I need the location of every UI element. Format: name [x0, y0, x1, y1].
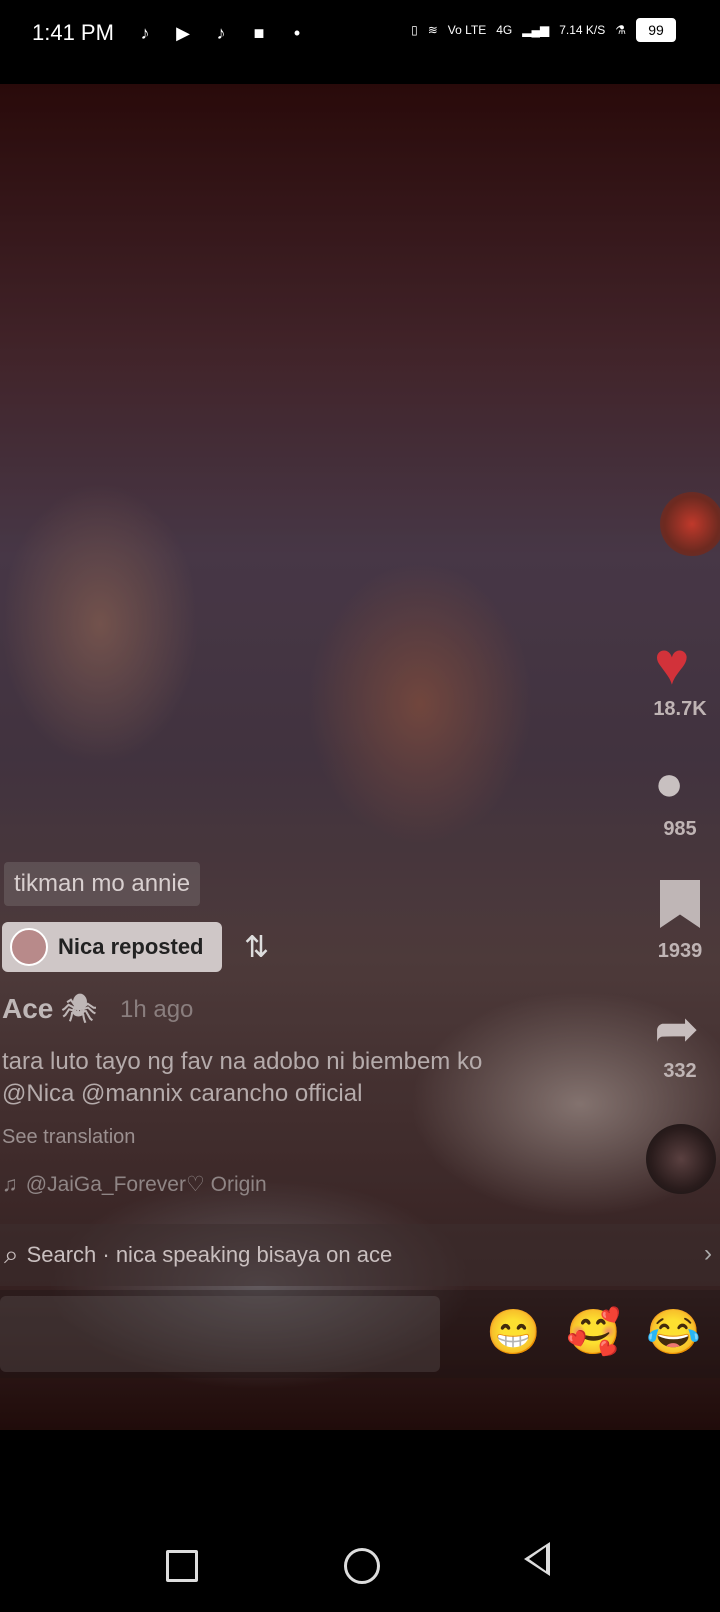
search-bar[interactable]: ⌕ Search · nica speaking bisaya on ace ›	[0, 1224, 720, 1286]
video-caption: tikman mo annie	[4, 862, 201, 906]
repost-badge[interactable]: Nica reposted	[2, 922, 222, 972]
youtube-icon: ▶	[176, 22, 190, 43]
repost-icon[interactable]: ⇅	[244, 930, 269, 965]
back-button[interactable]	[524, 1542, 550, 1576]
music-info[interactable]: ♫ @JaiGa_Forever♡ Origin	[2, 1172, 267, 1197]
tiktok-icon: ♪	[140, 22, 150, 43]
signal-icon: ▂▄▆	[522, 23, 550, 37]
wifi-icon: ≋	[427, 23, 438, 37]
music-note-icon: ♫	[2, 1172, 18, 1196]
like-count: 18.7K	[653, 698, 707, 720]
emoji-laugh[interactable]: 😂	[646, 1306, 701, 1358]
repost-label: Nica reposted	[58, 934, 204, 959]
video-camera-icon: ■	[253, 22, 265, 43]
music-disc[interactable]	[646, 1124, 716, 1194]
like-icon[interactable]: ♥	[654, 634, 690, 694]
music-label: @JaiGa_Forever♡ Origin	[25, 1173, 267, 1196]
video-description[interactable]: tara luto tayo ng fav na adobo ni biembe…	[2, 1046, 542, 1110]
notification-icons: ♪ ▶ ♪ ■ •	[132, 20, 310, 46]
creator-username[interactable]: Ace 🕷	[2, 992, 97, 1025]
search-text: Search · nica speaking bisaya on ace	[26, 1242, 393, 1267]
status-right: ▯ ≋ Vo LTE 4G ▂▄▆ 7.14 K/S ⚗ 99	[411, 18, 676, 42]
comment-count: 985	[663, 818, 697, 840]
comment-input[interactable]	[0, 1296, 440, 1372]
speed-label: 7.14 K/S	[559, 23, 606, 37]
repost-avatar	[10, 928, 48, 966]
chevron-right-icon: ›	[704, 1240, 712, 1267]
home-button[interactable]	[344, 1548, 380, 1584]
emoji-love[interactable]: 🥰	[566, 1306, 621, 1358]
comment-icon[interactable]: ●	[654, 758, 684, 808]
volte-label: Vo LTE	[447, 23, 487, 37]
network-label: 4G	[496, 23, 513, 37]
system-nav-bar	[0, 1430, 720, 1612]
tiktok-icon: ♪	[216, 22, 226, 43]
status-bar: 1:41 PM ♪ ▶ ♪ ■ • ▯ ≋ Vo LTE 4G ▂▄▆ 7.14…	[0, 0, 720, 84]
recents-button[interactable]	[166, 1550, 198, 1582]
flask-icon: ⚗	[615, 23, 626, 37]
battery-icon: 99	[636, 18, 676, 42]
save-count: 1939	[657, 940, 703, 962]
creator-avatar[interactable]	[660, 492, 720, 556]
dot-icon: •	[293, 22, 301, 43]
see-translation-link[interactable]: See translation	[2, 1126, 135, 1149]
post-time: 1h ago	[120, 996, 194, 1023]
search-icon: ⌕	[4, 1239, 19, 1269]
emoji-grin[interactable]: 😁	[486, 1306, 541, 1358]
vibrate-icon: ▯	[411, 23, 418, 37]
share-icon[interactable]: ➦	[654, 1002, 699, 1056]
status-time: 1:41 PM	[32, 20, 114, 45]
share-count: 332	[663, 1060, 697, 1082]
